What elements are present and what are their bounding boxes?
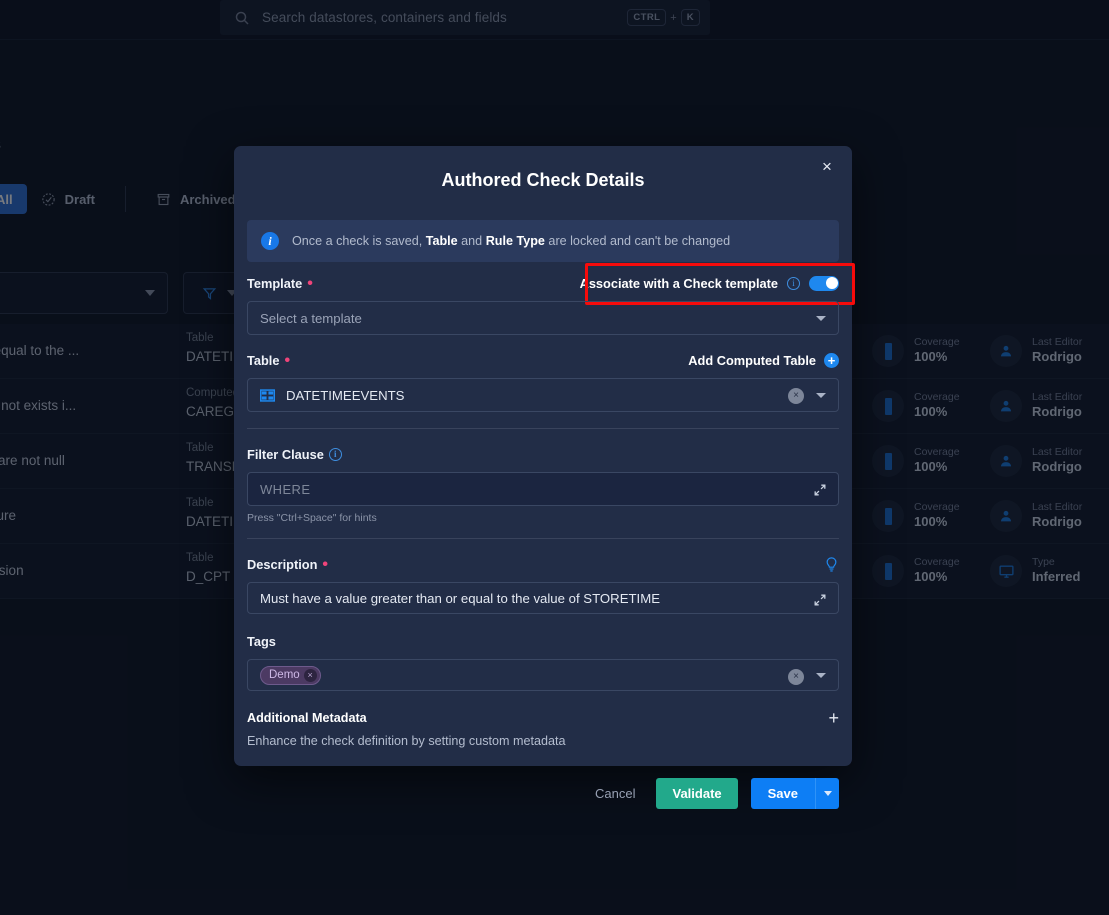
tags-select[interactable]: Demo × × xyxy=(247,659,839,691)
dialog-actions: Cancel Validate Save xyxy=(247,778,839,809)
chevron-down-icon xyxy=(816,316,826,321)
template-select[interactable]: Select a template xyxy=(247,301,839,335)
table-select[interactable]: DATETIMEEVENTS × xyxy=(247,378,839,412)
template-field-header: Template • Associate with a Check templa… xyxy=(247,263,855,305)
banner-middle: and xyxy=(457,234,486,248)
add-computed-table-label: Add Computed Table xyxy=(688,352,816,368)
info-banner-text: Once a check is saved, Table and Rule Ty… xyxy=(292,234,730,248)
table-select-value: DATETIMEEVENTS xyxy=(286,387,405,403)
save-button-group: Save xyxy=(750,778,839,809)
description-header: Description • xyxy=(247,553,839,575)
clear-icon[interactable]: × xyxy=(788,388,804,404)
chevron-down-icon xyxy=(816,673,826,678)
add-metadata-icon[interactable]: + xyxy=(828,709,839,727)
expand-icon[interactable] xyxy=(813,483,827,497)
info-icon: i xyxy=(261,232,279,250)
info-banner: i Once a check is saved, Table and Rule … xyxy=(247,220,839,262)
filter-clause-label: Filter Clause i xyxy=(247,447,342,462)
cancel-button[interactable]: Cancel xyxy=(587,779,643,808)
tag-chip-label: Demo xyxy=(269,669,300,681)
tags-header: Tags xyxy=(247,630,839,652)
expand-icon[interactable] xyxy=(813,593,827,607)
table-field-header: Table • Add Computed Table + xyxy=(247,349,839,371)
tags-label: Tags xyxy=(247,633,276,649)
required-indicator: • xyxy=(307,275,313,292)
tag-chip[interactable]: Demo × xyxy=(260,665,321,685)
tag-chip-remove-icon[interactable]: × xyxy=(303,668,317,682)
filter-clause-hint: Press "Ctrl+Space" for hints xyxy=(247,512,377,524)
required-indicator: • xyxy=(284,352,291,369)
authored-check-details-dialog: × Authored Check Details i Once a check … xyxy=(234,146,855,809)
filter-clause-editor[interactable]: WHERE xyxy=(247,472,839,506)
table-label-text: Table xyxy=(247,352,280,368)
banner-bold-table: Table xyxy=(425,234,458,248)
template-label-text: Template xyxy=(247,275,303,291)
additional-metadata-subtitle: Enhance the check definition by setting … xyxy=(247,734,566,748)
validate-button[interactable]: Validate xyxy=(656,778,738,809)
table-grid-icon xyxy=(260,388,275,402)
table-label: Table • xyxy=(247,352,291,369)
template-label: Template • xyxy=(247,275,313,292)
filter-clause-placeholder: WHERE xyxy=(260,481,311,497)
banner-bold-ruletype: Rule Type xyxy=(485,234,545,248)
associate-template-label: Associate with a Check template xyxy=(579,275,778,291)
add-computed-table-button[interactable]: Add Computed Table + xyxy=(688,352,839,368)
app-root: Search datastores, containers and fields… xyxy=(0,0,1109,915)
additional-metadata-title: Additional Metadata xyxy=(247,711,367,725)
additional-metadata-header: Additional Metadata + xyxy=(247,709,839,727)
description-input[interactable]: Must have a value greater than or equal … xyxy=(247,582,839,614)
plus-icon: + xyxy=(824,352,839,368)
dialog-title: Authored Check Details xyxy=(441,170,645,190)
description-label-text: Description xyxy=(247,556,318,572)
chevron-down-icon xyxy=(816,393,826,398)
required-indicator: • xyxy=(322,556,329,573)
chevron-down-icon xyxy=(823,791,832,796)
clear-icon[interactable]: × xyxy=(788,669,804,685)
lightbulb-icon[interactable] xyxy=(824,556,839,573)
associate-template-toggle[interactable] xyxy=(809,275,839,291)
filter-clause-header: Filter Clause i xyxy=(247,443,839,465)
section-divider xyxy=(247,428,839,429)
banner-suffix: are locked and can't be changed xyxy=(544,234,731,248)
associate-template-toggle-group[interactable]: Associate with a Check template i xyxy=(579,275,839,291)
banner-prefix: Once a check is saved, xyxy=(292,234,426,248)
description-label: Description • xyxy=(247,556,329,573)
filter-clause-info-icon[interactable]: i xyxy=(328,447,342,461)
save-button[interactable]: Save xyxy=(750,778,815,809)
section-divider xyxy=(247,538,839,539)
dialog-form: Template • Associate with a Check templa… xyxy=(247,263,855,809)
associate-template-info-icon[interactable]: i xyxy=(787,276,800,290)
description-value: Must have a value greater than or equal … xyxy=(260,590,660,606)
save-options-button[interactable] xyxy=(815,778,839,809)
template-select-placeholder: Select a template xyxy=(260,310,362,326)
filter-clause-label-text: Filter Clause xyxy=(247,446,324,462)
